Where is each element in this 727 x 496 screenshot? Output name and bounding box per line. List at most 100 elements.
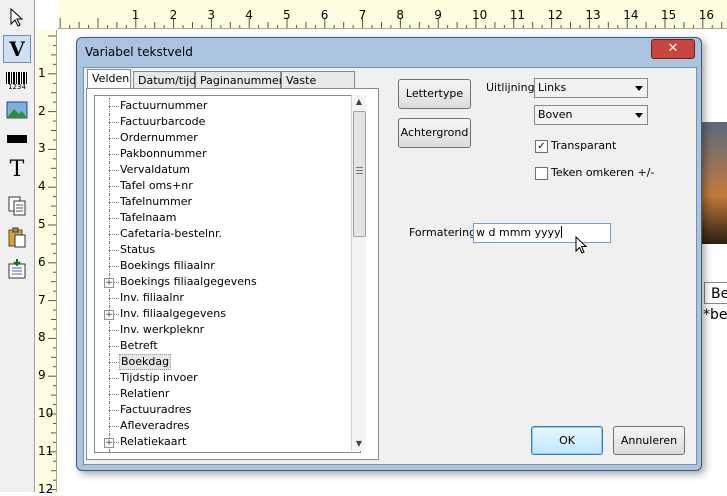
alignment-label: Uitlijning: xyxy=(486,81,539,94)
tree-item[interactable]: Pakbonnummer xyxy=(95,146,350,162)
tree-item[interactable]: Betreft xyxy=(95,338,350,354)
tree-line xyxy=(109,138,119,139)
copy-icon[interactable] xyxy=(3,192,31,220)
background-button[interactable]: Achtergrond xyxy=(398,118,471,148)
close-button[interactable]: ✕ xyxy=(651,39,695,59)
transparent-label: Transparant xyxy=(551,139,617,152)
ruler-v-number: 1 xyxy=(38,65,46,80)
tree-item[interactable]: Factuuradres xyxy=(95,402,350,418)
expand-icon[interactable]: + xyxy=(104,438,114,448)
tab-vaste-waarde[interactable]: Vaste waarde xyxy=(281,71,355,104)
vertical-alignment-select[interactable]: Boven xyxy=(534,105,648,125)
ruler-v-number: 7 xyxy=(38,292,46,307)
ruler-v-number: 8 xyxy=(38,330,46,345)
dialog-title: Variabel tekstveld xyxy=(85,45,193,59)
vertical-alignment-value: Boven xyxy=(538,108,573,121)
ruler-h-number: 4 xyxy=(245,8,253,22)
vertical-ruler: 1 2 3 4 5 6 7 8 9 10 11 12 xyxy=(36,30,57,496)
tree-item-label: Relatiekaart xyxy=(120,435,187,448)
ruler-v-number: 2 xyxy=(38,103,46,118)
ruler-h-number: 8 xyxy=(396,8,405,22)
tab-datum-tijd[interactable]: Datum/tijd xyxy=(133,71,196,88)
tree-line xyxy=(109,170,119,171)
paste-icon[interactable] xyxy=(3,224,31,252)
tree-item[interactable]: Tijdstip invoer xyxy=(95,370,350,386)
tree-item[interactable]: + Inv. filiaalgegevens xyxy=(95,306,350,322)
background-text-1: Be xyxy=(704,282,727,304)
ruler-h-number: 11 xyxy=(509,8,526,22)
scroll-down-icon[interactable]: ▼ xyxy=(352,437,366,451)
image-icon[interactable] xyxy=(3,96,31,124)
tree-item-label: Status xyxy=(120,243,156,256)
tree-item-label: Relatienr xyxy=(120,387,170,400)
ruler-v-number: 9 xyxy=(38,368,46,383)
tree-scrollbar[interactable]: ▲ ▼ xyxy=(351,95,366,451)
tree-item[interactable]: Relatienr xyxy=(95,386,350,402)
ruler-h-number: 10 xyxy=(472,8,488,22)
ruler-v-number: 3 xyxy=(38,141,46,156)
tree-item[interactable]: Ordernummer xyxy=(95,130,350,146)
tree-line xyxy=(109,202,119,203)
variable-text-icon[interactable]: V xyxy=(3,35,31,63)
tree-line xyxy=(109,106,119,107)
tree-item[interactable]: + Relatiekaart xyxy=(95,434,350,450)
tree-item[interactable]: + Boekings filiaalgegevens xyxy=(95,274,350,290)
scroll-up-icon[interactable]: ▲ xyxy=(352,95,366,109)
tree-item[interactable]: Cafetaria-bestelnr. xyxy=(95,226,350,242)
transparent-checkbox[interactable]: ✓ xyxy=(535,140,548,153)
pointer-icon[interactable] xyxy=(3,4,31,32)
tree-line xyxy=(109,346,119,347)
tree-item-label: Factuurbarcode xyxy=(120,115,206,128)
barcode-icon[interactable]: 1234 xyxy=(3,67,31,95)
line-icon[interactable] xyxy=(3,125,31,153)
tree-item[interactable]: Boekings filiaalnr xyxy=(95,258,350,274)
fields-tree[interactable]: Factuurnummer Factuurbarcode Ordernummer Pa… xyxy=(94,95,361,453)
font-button[interactable]: Lettertype xyxy=(398,79,471,109)
tree-item[interactable]: Status xyxy=(95,242,350,258)
expand-icon[interactable]: + xyxy=(104,278,114,288)
tree-item[interactable]: Factuurbarcode xyxy=(95,114,350,130)
tree-item-label: Inv. filiaalgegevens xyxy=(120,307,226,320)
tree-item-label: Boekings filiaalnr xyxy=(120,259,215,272)
tab-velden[interactable]: Velden xyxy=(87,69,131,89)
ruler-v-number: 6 xyxy=(38,254,46,269)
tree-item-label: Vervaldatum xyxy=(120,163,190,176)
reverse-sign-label: Teken omkeren +/- xyxy=(551,166,655,179)
format-value: w d mmm yyyy xyxy=(476,226,561,239)
chevron-down-icon xyxy=(635,113,643,118)
expand-icon[interactable]: + xyxy=(104,310,114,320)
close-icon: ✕ xyxy=(667,41,679,56)
tree-item[interactable]: Tafelnaam xyxy=(95,210,350,226)
text-cursor xyxy=(560,226,562,238)
tree-item[interactable]: Inv. werkpleknr xyxy=(95,322,350,338)
ruler-h-number: 12 xyxy=(547,8,563,22)
tree-item-label: Boekdag xyxy=(119,354,172,370)
horizontal-alignment-select[interactable]: Links xyxy=(534,78,648,98)
tree-item[interactable]: Tafel oms+nr xyxy=(95,178,350,194)
tree-item-label: Inv. werkpleknr xyxy=(120,323,205,336)
tree-line xyxy=(109,234,119,235)
tab-paginanummers[interactable]: Paginanummers xyxy=(195,71,289,88)
mouse-pointer-icon xyxy=(575,236,588,254)
import-icon[interactable] xyxy=(3,255,31,283)
ruler-v-number: 10 xyxy=(38,406,54,420)
dialog-titlebar[interactable]: Variabel tekstveld ✕ xyxy=(77,38,701,66)
tree-item[interactable]: Vervaldatum xyxy=(95,162,350,178)
cancel-button[interactable]: Annuleren xyxy=(613,426,685,455)
reverse-sign-checkbox[interactable] xyxy=(535,167,548,180)
tree-item[interactable]: Afleveradres xyxy=(95,418,350,434)
ruler-h-number: 14 xyxy=(623,8,639,22)
tree-item[interactable]: Medewerker xyxy=(95,450,350,452)
tree-item[interactable]: Factuurnummer xyxy=(95,98,350,114)
text-icon[interactable]: T xyxy=(3,155,31,183)
tree-item-label: Ordernummer xyxy=(120,131,198,144)
scroll-thumb[interactable] xyxy=(353,111,366,237)
tree-item[interactable]: Boekdag xyxy=(95,354,350,370)
tree-line xyxy=(109,266,119,267)
tree-item[interactable]: Tafelnummer xyxy=(95,194,350,210)
tree-line xyxy=(109,218,119,219)
ok-button[interactable]: OK xyxy=(531,426,603,455)
format-input[interactable]: w d mmm yyyy xyxy=(473,223,611,243)
tree-item[interactable]: Inv. filiaalnr xyxy=(95,290,350,306)
ruler-v-number: 4 xyxy=(38,179,46,194)
